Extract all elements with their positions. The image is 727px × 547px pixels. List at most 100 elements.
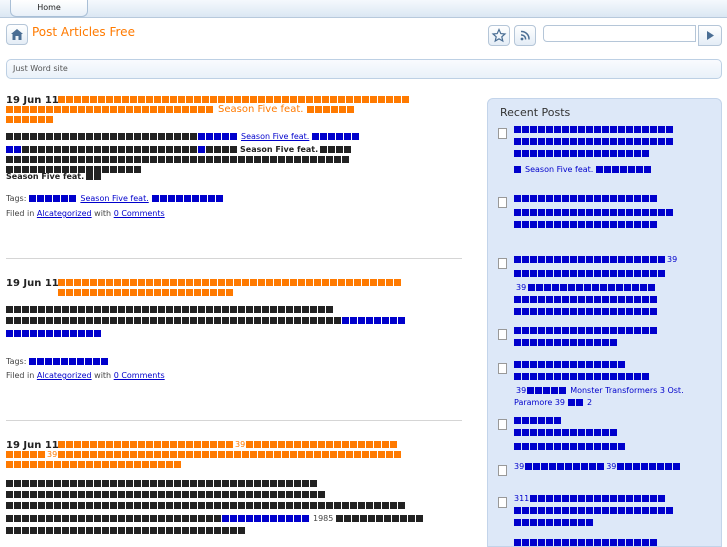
recent-post-link2[interactable]: Paramore 39 (514, 398, 565, 407)
post-title-number[interactable]: 39 (235, 440, 245, 449)
missing-glyph-box (570, 327, 577, 334)
recent-post-link[interactable]: Monster Transformers 3 Ost. (570, 386, 683, 395)
missing-glyph-box (46, 527, 53, 534)
missing-glyph-box (38, 306, 45, 313)
recent-post-number2[interactable]: 2 (587, 398, 592, 407)
rss-button[interactable] (514, 25, 536, 46)
missing-glyph-box (594, 256, 601, 263)
missing-glyph-box (352, 515, 360, 522)
site-title[interactable]: Post Articles Free (32, 25, 135, 39)
category-link[interactable]: Alcategorized (37, 209, 92, 218)
missing-glyph-box (38, 491, 45, 498)
post-title-text[interactable]: Season Five feat. (218, 104, 303, 115)
recent-post-number2[interactable]: 39 (516, 283, 526, 292)
missing-glyph-box (570, 339, 577, 346)
missing-glyph-box (158, 461, 165, 468)
missing-glyph-box (306, 96, 313, 103)
missing-glyph-box (594, 429, 601, 436)
post-divider (6, 420, 462, 421)
missing-glyph-box (158, 480, 165, 487)
missing-glyph-box (142, 480, 149, 487)
missing-glyph-box (626, 221, 633, 228)
missing-glyph-box (586, 270, 593, 277)
missing-glyph-box (82, 451, 90, 458)
missing-glyph-box (90, 441, 97, 448)
missing-glyph-box (226, 279, 233, 286)
recent-post-number[interactable]: 39 (516, 386, 526, 395)
post-title-line2[interactable]: 39 (6, 451, 402, 459)
missing-glyph-box (610, 138, 617, 145)
missing-glyph-box (38, 480, 45, 487)
comments-link[interactable]: 0 Comments (114, 209, 165, 218)
missing-glyph-box (522, 256, 529, 263)
missing-glyph-box (167, 195, 175, 202)
missing-glyph-box (118, 502, 125, 509)
recent-post-number[interactable]: 39 (667, 255, 677, 264)
missing-glyph-box (650, 308, 657, 315)
missing-glyph-box (6, 146, 13, 153)
missing-glyph-box (170, 451, 178, 458)
missing-glyph-box (22, 451, 29, 458)
missing-glyph-box (374, 317, 381, 324)
post-title-line2[interactable]: Season Five feat. (6, 104, 355, 115)
search-button[interactable] (698, 25, 722, 46)
missing-glyph-box (634, 308, 641, 315)
missing-glyph-box (382, 317, 389, 324)
missing-glyph-box (554, 327, 561, 334)
missing-glyph-box (586, 296, 593, 303)
recent-post-link[interactable]: Season Five feat. (525, 165, 593, 174)
missing-glyph-box (594, 443, 601, 450)
post-title-line3[interactable] (6, 116, 54, 124)
missing-glyph-box (594, 495, 602, 502)
tab-home[interactable]: Home (10, 0, 88, 17)
recent-post-number[interactable]: 39 (514, 462, 524, 471)
missing-glyph-box (70, 306, 77, 313)
missing-glyph-box (554, 195, 561, 202)
home-button[interactable] (6, 24, 28, 45)
missing-glyph-box (122, 289, 129, 296)
bookmark-button[interactable] (488, 25, 510, 46)
missing-glyph-box (218, 441, 225, 448)
missing-glyph-box (214, 306, 221, 313)
recent-post-number[interactable]: 311 (514, 494, 529, 503)
search-input[interactable] (543, 25, 696, 42)
missing-glyph-box (318, 317, 325, 324)
missing-glyph-box (86, 166, 93, 173)
missing-glyph-box (206, 306, 213, 313)
missing-glyph-box (62, 156, 69, 163)
missing-glyph-box (642, 296, 649, 303)
missing-glyph-box (166, 527, 173, 534)
missing-glyph-box (594, 361, 601, 368)
post-link[interactable]: Season Five feat. (241, 132, 309, 141)
missing-glyph-box (62, 330, 69, 337)
post-title-line2[interactable] (58, 289, 234, 297)
tag-link[interactable]: Season Five feat. (80, 194, 148, 203)
missing-glyph-box (90, 289, 97, 296)
missing-glyph-box (110, 515, 117, 522)
recent-post-number2[interactable]: 39 (606, 462, 616, 471)
text-line (514, 417, 562, 425)
post-title[interactable] (58, 96, 410, 104)
missing-glyph-box (54, 502, 61, 509)
missing-glyph-box (6, 116, 13, 123)
missing-glyph-box (118, 106, 125, 113)
missing-glyph-box (102, 491, 109, 498)
post-title[interactable]: 39 (58, 441, 398, 449)
post-title-number2[interactable]: 39 (47, 450, 57, 459)
text-line (514, 539, 658, 547)
missing-glyph-box (214, 156, 221, 163)
missing-glyph-box (222, 133, 229, 140)
missing-glyph-box (142, 515, 149, 522)
missing-glyph-box (589, 463, 597, 470)
post-title-line3[interactable] (6, 461, 182, 469)
post-title[interactable] (58, 279, 402, 287)
text-line (514, 373, 650, 381)
missing-glyph-box (22, 156, 29, 163)
missing-glyph-box (578, 138, 585, 145)
missing-glyph-box (573, 463, 581, 470)
missing-glyph-box (6, 133, 13, 140)
comments-link[interactable]: 0 Comments (114, 371, 165, 380)
missing-glyph-box (610, 443, 617, 450)
category-link[interactable]: Alcategorized (37, 371, 92, 380)
missing-glyph-box (194, 289, 201, 296)
